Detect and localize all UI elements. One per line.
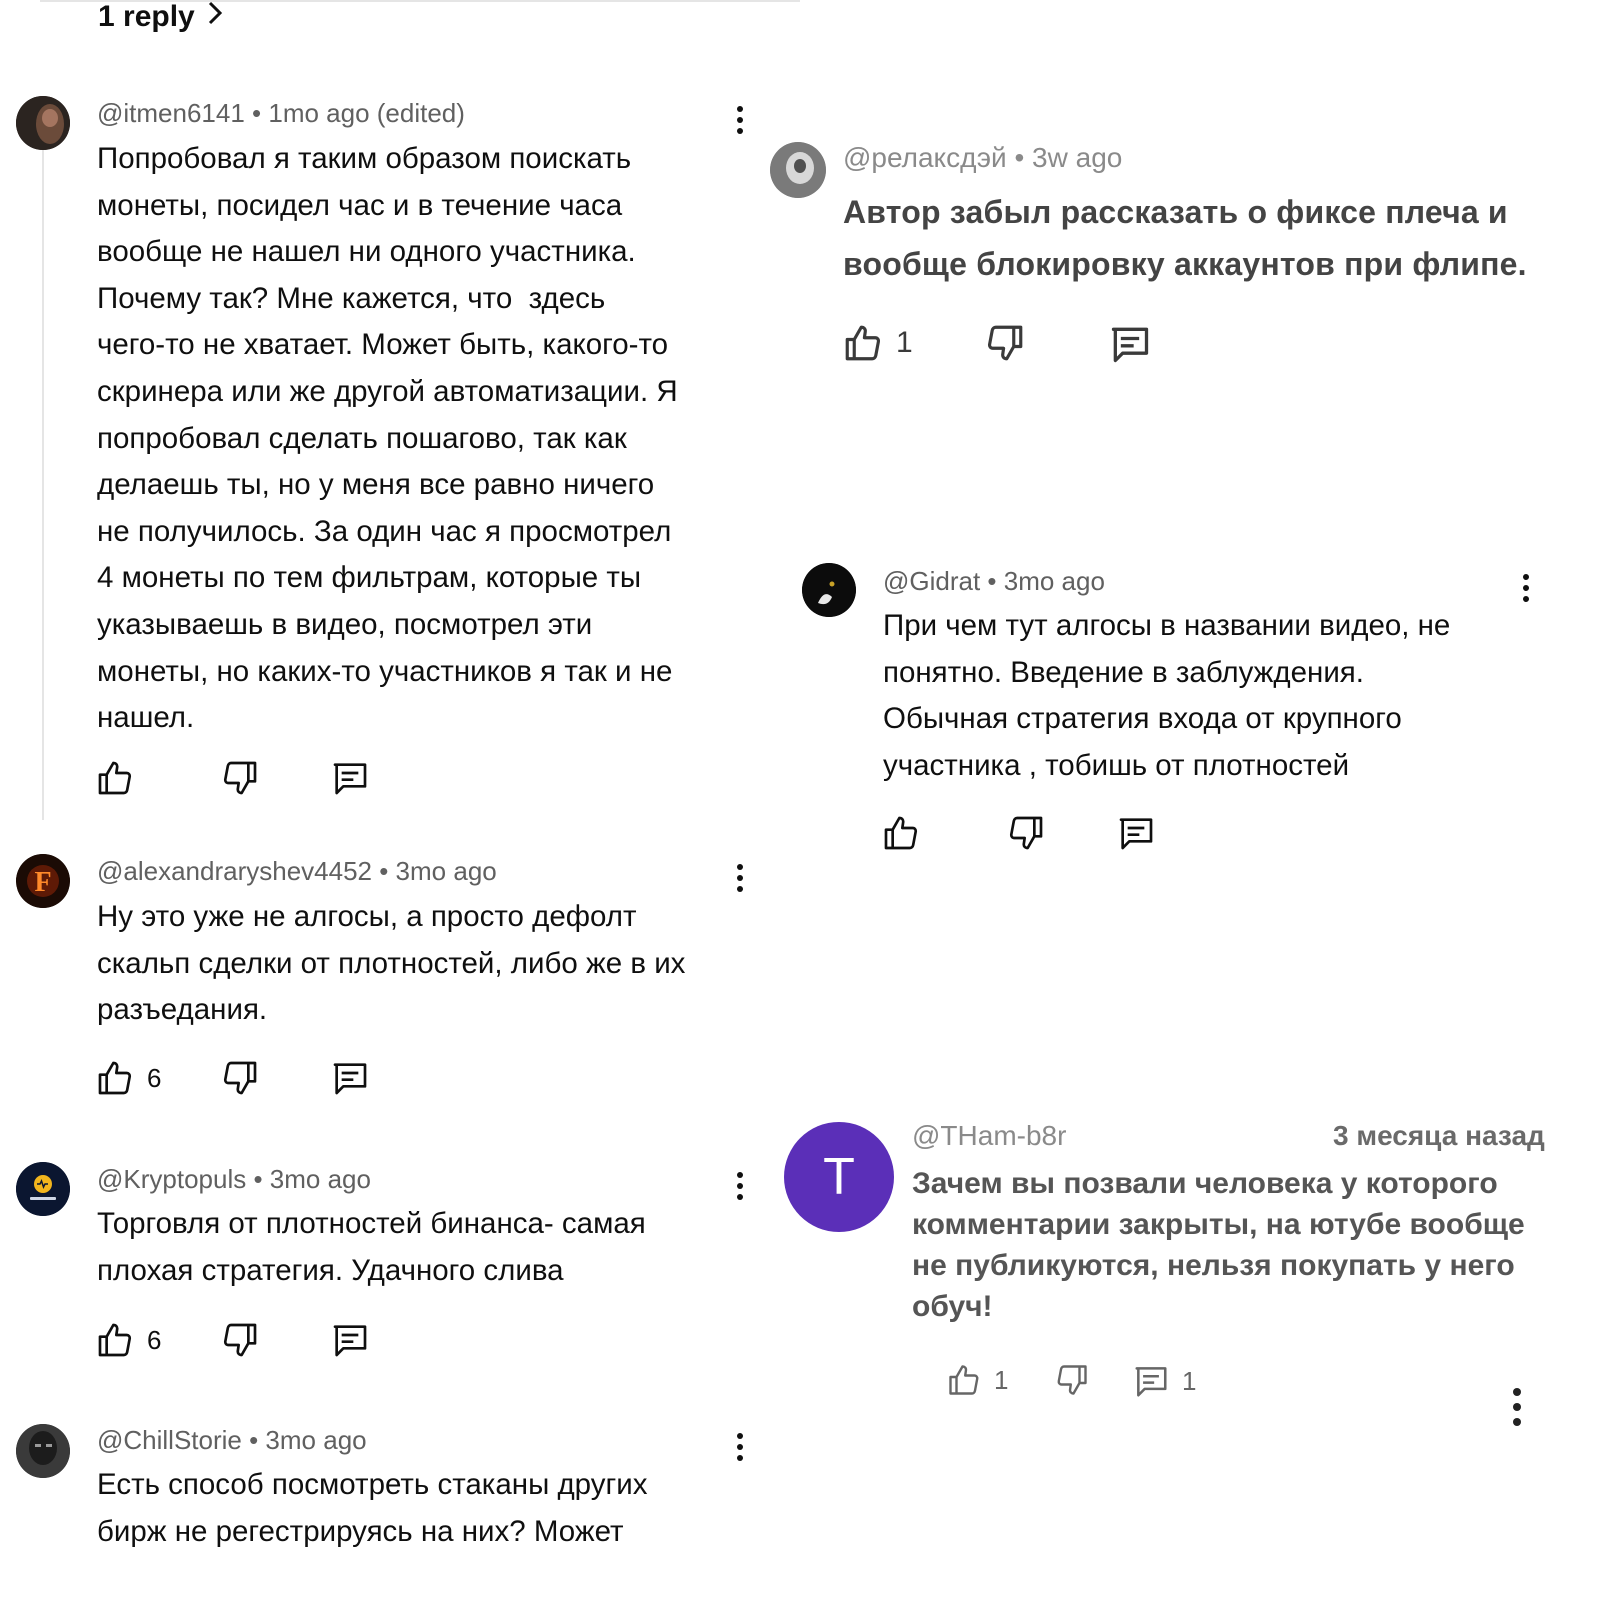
replies-link[interactable]: 1 reply	[98, 0, 223, 34]
more-options-icon[interactable]	[733, 106, 747, 140]
like-button[interactable]: 6	[95, 1058, 161, 1098]
like-button[interactable]: 6	[95, 1320, 161, 1360]
avatar[interactable]	[16, 96, 70, 150]
avatar[interactable]	[770, 142, 826, 198]
comment-text: Ну это уже не алгосы, а просто дефолт ск…	[97, 900, 686, 1027]
avatar[interactable]	[16, 1162, 70, 1216]
reply-button[interactable]	[1108, 322, 1152, 366]
svg-text:F: F	[34, 867, 51, 898]
dislike-button[interactable]	[220, 758, 260, 798]
comment-meta[interactable]: @ChillStorie • 3mo ago	[97, 1425, 367, 1456]
reply-count: 1	[1182, 1365, 1197, 1396]
comment-meta[interactable]: @релаксдэй • 3w ago	[843, 142, 1122, 174]
replies-link-label: 1 reply	[98, 0, 195, 33]
comment-icon	[333, 763, 367, 795]
thumbs-down-icon	[223, 1061, 257, 1095]
comment-text: Торговля от плотностей бинанса- самая пл…	[97, 1207, 646, 1287]
comment-text: При чем тут алгосы в названии видео, не …	[883, 609, 1451, 782]
dislike-button[interactable]	[220, 1058, 260, 1098]
like-button[interactable]: 1	[842, 322, 913, 364]
like-button[interactable]	[881, 813, 933, 853]
thumbs-down-icon	[223, 1323, 257, 1357]
reply-button[interactable]	[330, 758, 370, 798]
like-count: 6	[147, 1324, 162, 1355]
comment-text: Попробовал я таким образом поискать моне…	[97, 142, 678, 735]
dislike-button[interactable]	[1054, 1362, 1090, 1398]
comment-author[interactable]: @THam-b8r	[912, 1120, 1066, 1152]
avatar[interactable]	[16, 1424, 70, 1478]
dislike-button[interactable]	[984, 322, 1026, 364]
thumbs-down-icon	[1057, 1365, 1087, 1395]
thumbs-down-icon	[223, 761, 257, 795]
reply-button[interactable]	[330, 1058, 370, 1098]
more-options-icon[interactable]	[1509, 1388, 1525, 1430]
dislike-button[interactable]	[220, 1320, 260, 1360]
dislike-button[interactable]	[1006, 813, 1046, 853]
comment-icon	[333, 1325, 367, 1357]
comment-meta[interactable]: @Gidrat • 3mo ago	[883, 566, 1105, 597]
reply-button[interactable]	[1116, 813, 1156, 853]
comment-icon	[1111, 327, 1149, 363]
comment-icon	[1135, 1367, 1167, 1397]
thumbs-down-icon	[1009, 816, 1043, 850]
like-count: 1	[994, 1364, 1009, 1395]
like-count: 1	[896, 326, 913, 359]
thumbs-down-icon	[987, 325, 1023, 361]
comment-time: 3 месяца назад	[1333, 1120, 1545, 1151]
reply-button[interactable]	[330, 1320, 370, 1360]
comment-meta[interactable]: @Kryptopuls • 3mo ago	[97, 1164, 371, 1195]
avatar[interactable]	[802, 563, 856, 617]
thumbs-up-icon	[98, 1061, 132, 1095]
comment-icon	[1119, 818, 1153, 850]
avatar[interactable]: F	[16, 854, 70, 908]
comment-icon	[333, 1063, 367, 1095]
like-button[interactable]: 1	[946, 1362, 1008, 1398]
thumbs-up-icon	[884, 816, 918, 850]
more-options-icon[interactable]	[733, 864, 747, 898]
thread-line	[42, 150, 44, 820]
like-button[interactable]	[95, 758, 147, 798]
avatar[interactable]: T	[784, 1122, 894, 1232]
comment-text: Зачем вы позвали человека у которого ком…	[912, 1167, 1525, 1323]
avatar-letter: T	[823, 1148, 855, 1206]
like-count: 6	[147, 1062, 162, 1093]
thumbs-up-icon	[845, 325, 881, 361]
thumbs-up-icon	[98, 761, 132, 795]
reply-button[interactable]: 1	[1132, 1362, 1196, 1400]
thumbs-up-icon	[98, 1323, 132, 1357]
comment-meta[interactable]: @itmen6141 • 1mo ago (edited)	[97, 98, 465, 129]
thumbs-up-icon	[949, 1365, 979, 1395]
chevron-right-icon	[207, 0, 223, 34]
comment-text: Автор забыл рассказать о фиксе плеча и в…	[843, 194, 1527, 282]
comment-text: Есть способ посмотреть стаканы других би…	[97, 1468, 648, 1548]
comment-meta[interactable]: @alexandraryshev4452 • 3mo ago	[97, 856, 497, 887]
